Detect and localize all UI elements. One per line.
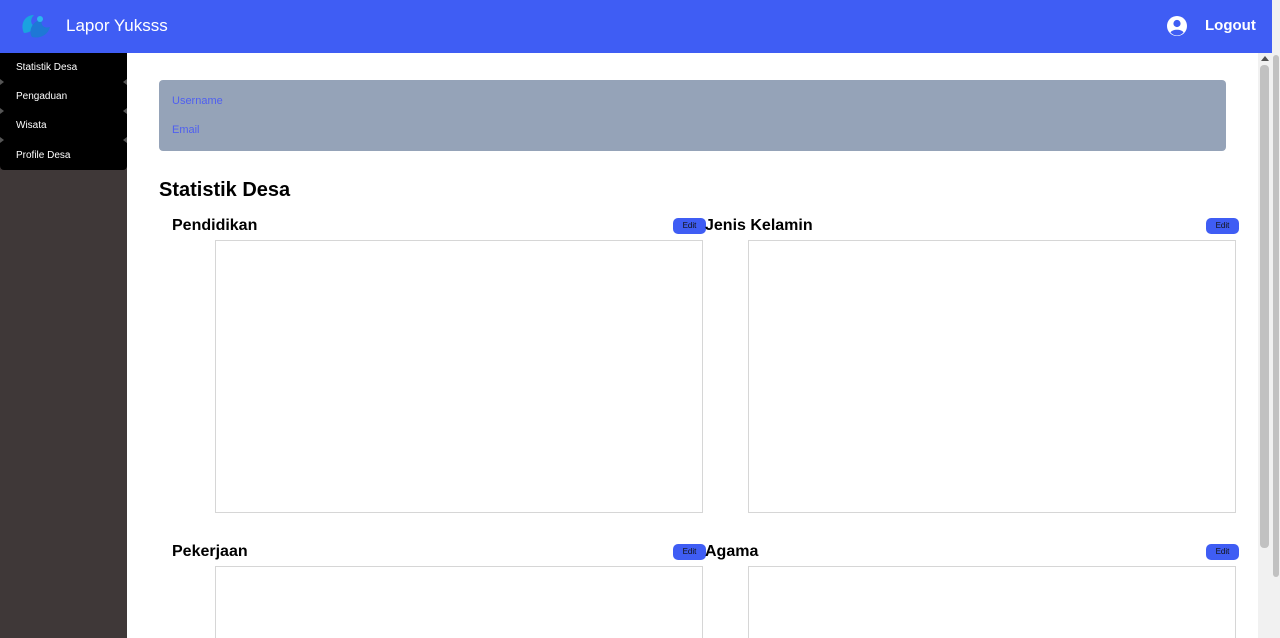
top-navbar: Lapor Yuksss Logout (0, 0, 1280, 53)
chart-jenis-kelamin (748, 240, 1236, 513)
sidebar-item-label: Pengaduan (16, 91, 68, 102)
stat-title-agama: Agama (705, 543, 759, 560)
chart-pekerjaan (215, 566, 703, 638)
sidebar-item-profile-desa[interactable]: Profile Desa (0, 141, 127, 170)
page-title: Statistik Desa (159, 179, 291, 201)
stat-title-pekerjaan: Pekerjaan (172, 543, 248, 560)
stat-title-pendidikan: Pendidikan (172, 217, 258, 234)
window-scrollbar[interactable] (1272, 0, 1280, 638)
edit-pendidikan-button[interactable]: Edit (673, 218, 706, 234)
sidebar-item-wisata[interactable]: Wisata (0, 111, 127, 143)
sidebar-item-statistik-desa[interactable]: Statistik Desa (0, 53, 127, 85)
edit-agama-button[interactable]: Edit (1206, 544, 1239, 560)
email-label: Email (172, 124, 200, 136)
chart-agama (748, 566, 1236, 638)
app-logo-icon (22, 15, 50, 38)
stat-title-jenis-kelamin: Jenis Kelamin (705, 217, 813, 234)
sidebar-item-label: Profile Desa (16, 150, 71, 161)
sidebar-item-pengaduan[interactable]: Pengaduan (0, 82, 127, 114)
sidebar-item-label: Statistik Desa (16, 62, 78, 73)
sidebar-menu: Statistik Desa Pengaduan Wisata Profile … (0, 53, 127, 170)
window-scrollbar-thumb[interactable] (1273, 55, 1279, 577)
chart-pendidikan (215, 240, 703, 513)
edit-pekerjaan-button[interactable]: Edit (673, 544, 706, 560)
profile-card: Username Email (159, 80, 1226, 151)
scrollbar-thumb[interactable] (1260, 65, 1269, 548)
username-label: Username (172, 95, 223, 107)
user-account-icon[interactable] (1166, 15, 1188, 37)
scroll-up-arrow-icon[interactable] (1261, 56, 1269, 61)
main-scrollbar[interactable] (1258, 53, 1272, 638)
main-content: Username Email Statistik Desa Pendidikan… (127, 53, 1258, 638)
logout-button[interactable]: Logout (1205, 17, 1256, 34)
app-title[interactable]: Lapor Yuksss (66, 16, 168, 36)
edit-jenis-kelamin-button[interactable]: Edit (1206, 218, 1239, 234)
sidebar-item-label: Wisata (16, 120, 47, 131)
